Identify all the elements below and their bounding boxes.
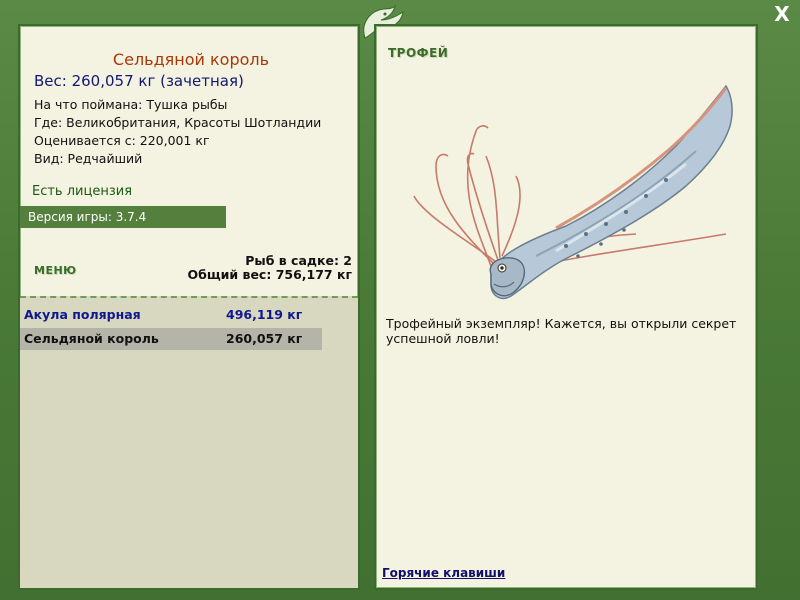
fish-info-panel: Сельдяной король Вес: 260,057 кг (зачетн…	[18, 24, 360, 590]
location: Где: Великобритания, Красоты Шотландии	[34, 115, 322, 130]
keepnet-list: Акула полярная 496,119 кг Сельдяной коро…	[20, 296, 358, 588]
list-item-name: Сельдяной король	[24, 331, 159, 346]
close-button[interactable]: X	[772, 4, 792, 24]
fish-title: Сельдяной король	[112, 50, 270, 69]
keepnet-stats: Рыб в садке: 2 Общий вес: 756,177 кг	[188, 254, 353, 282]
trophy-description: Трофейный экземпляр! Кажется, вы открыли…	[386, 316, 737, 346]
oarfish-image	[413, 84, 733, 300]
fish-details: На что поймана: Тушка рыбы Где: Великобр…	[34, 96, 321, 168]
keepnet-total: Общий вес: 756,177 кг	[187, 267, 353, 282]
license-status: Есть лицензия	[32, 184, 133, 199]
hotkeys-link[interactable]: Горячие клавиши	[382, 566, 505, 580]
list-item-name: Акула полярная	[24, 307, 141, 322]
caught-on: На что поймана: Тушка рыбы	[34, 97, 228, 112]
fish-weight: Вес: 260,057 кг (зачетная)	[34, 72, 244, 90]
valued-from: Оценивается с: 220,001 кг	[34, 133, 210, 148]
kind: Вид: Редчайший	[34, 151, 143, 166]
game-window: X Сельдяной король Вес: 260,057 кг (заче…	[0, 0, 800, 600]
version-bar: Версия игры: 3.7.4	[20, 206, 226, 228]
list-item-selected[interactable]: Сельдяной король 260,057 кг	[20, 328, 322, 350]
list-item-weight: 260,057 кг	[226, 331, 303, 346]
trophy-panel: ТРОФЕЙ Трофейный экземпляр! Кажется, вы …	[374, 24, 758, 590]
menu-button[interactable]: МЕНЮ	[34, 264, 77, 277]
list-item[interactable]: Акула полярная 496,119 кг	[20, 304, 322, 326]
list-item-weight: 496,119 кг	[226, 307, 303, 322]
keepnet-count: Рыб в садке: 2	[245, 253, 352, 268]
